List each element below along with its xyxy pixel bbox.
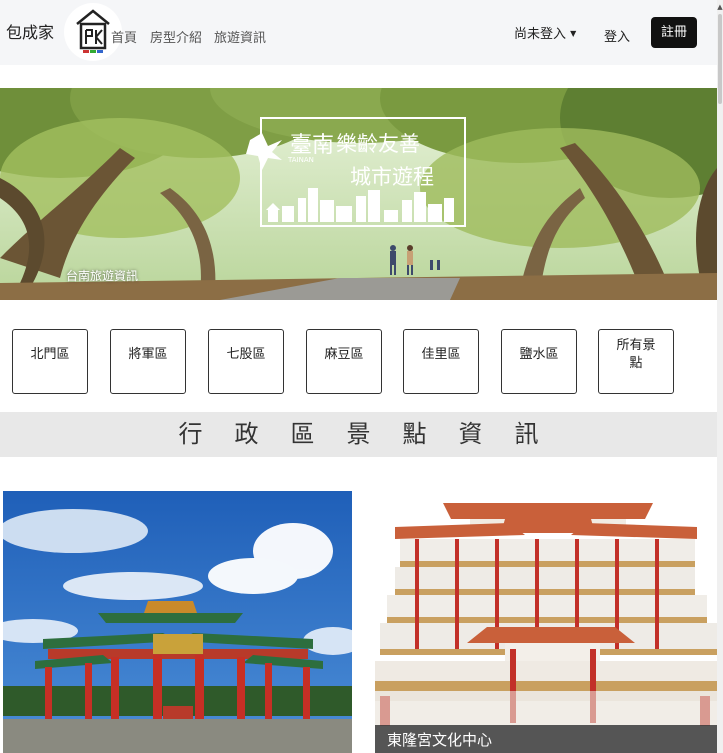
section-band: 行政區景點資訊	[0, 412, 717, 457]
donglong-temple-photo	[375, 491, 717, 753]
hero-banner: 臺南 TAINAN 樂齡友善 城市遊程 台南旅遊資訊	[0, 88, 717, 300]
nav-room-types[interactable]: 房型介紹	[150, 27, 202, 46]
scroll-thumb[interactable]	[718, 14, 722, 104]
sign-brand: 臺南	[290, 133, 334, 158]
caret-down-icon: ▼	[570, 29, 577, 38]
scroll-up-arrow-icon[interactable]: ▲	[717, 3, 723, 11]
sign-title: 樂齡友善	[336, 132, 420, 156]
register-button[interactable]: 註冊	[651, 17, 697, 48]
attraction-card-title: 東隆宮文化中心	[375, 725, 717, 753]
district-button-beimen[interactable]: 北門區	[12, 329, 88, 394]
district-button-yanshui[interactable]: 鹽水區	[501, 329, 577, 394]
district-button-jiangjun[interactable]: 將軍區	[110, 329, 186, 394]
district-button-jiali[interactable]: 佳里區	[403, 329, 479, 394]
brand-name[interactable]: 包成家	[6, 19, 54, 43]
nav-home[interactable]: 首頁	[111, 27, 137, 46]
nav-travel-info[interactable]: 旅遊資訊	[214, 27, 266, 46]
section-title: 行政區景點資訊	[178, 420, 571, 448]
attraction-card[interactable]: 東隆宮文化中心	[375, 491, 717, 753]
navbar: 包成家 首頁 房型介紹 旅遊資訊 尚未登入 ▼ 登入 註冊	[0, 0, 717, 65]
district-button-madou[interactable]: 麻豆區	[306, 329, 382, 394]
sign-subtitle: 城市遊程	[350, 165, 434, 189]
login-link[interactable]: 登入	[604, 26, 630, 45]
district-button-qigu[interactable]: 七股區	[208, 329, 284, 394]
scrollbar[interactable]: ▲	[717, 0, 723, 753]
hero-caption: 台南旅遊資訊	[66, 269, 139, 283]
attraction-card[interactable]	[3, 491, 352, 753]
user-status-dropdown[interactable]: 尚未登入 ▼	[514, 23, 576, 42]
district-button-all[interactable]: 所有景點	[598, 329, 674, 394]
temple-gate-photo	[3, 491, 352, 753]
sign-brand-en: TAINAN	[287, 156, 314, 164]
user-status-label: 尚未登入	[514, 27, 567, 42]
